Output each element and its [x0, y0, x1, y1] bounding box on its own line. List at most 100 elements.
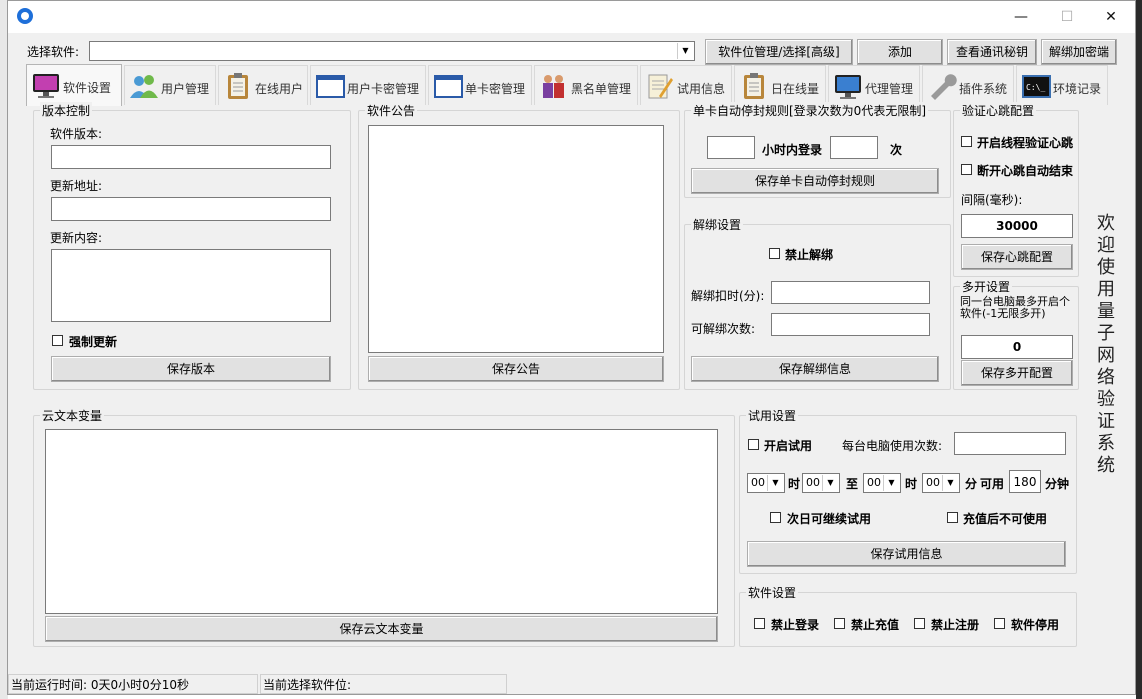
start-hour-value: 00 — [751, 476, 765, 489]
minimize-button[interactable]: — — [998, 1, 1044, 33]
thread-heartbeat-label: 开启线程验证心跳 — [977, 136, 1074, 150]
add-button[interactable]: 添加 — [857, 39, 943, 65]
forbid-unbind-checkbox[interactable] — [769, 248, 780, 259]
tab-user-management[interactable]: 用户管理 — [124, 65, 216, 105]
window-icon — [316, 75, 345, 98]
monitor-icon — [835, 75, 861, 99]
hour-label: 时 — [788, 477, 801, 491]
ban-hours-input[interactable] — [707, 136, 755, 159]
tab-software-settings[interactable]: 软件设置 — [26, 64, 122, 106]
update-content-label: 更新内容: — [50, 231, 103, 245]
minute-label: 分 — [965, 477, 978, 491]
unbind-deduct-input[interactable] — [771, 281, 930, 304]
chevron-down-icon[interactable]: ▼ — [767, 475, 783, 491]
save-cloud-text-button[interactable]: 保存云文本变量 — [45, 616, 718, 642]
forbid-unbind-label: 禁止解绑 — [785, 248, 834, 262]
cloud-text-group: 云文本变量 保存云文本变量 — [33, 407, 735, 647]
select-software-label: 选择软件: — [27, 45, 80, 59]
next-day-trial-checkbox[interactable] — [770, 512, 781, 523]
start-minute-select[interactable]: 00 ▼ — [802, 473, 840, 493]
disconnect-heartbeat-checkbox[interactable] — [961, 164, 972, 175]
disable-software-checkbox[interactable] — [994, 618, 1005, 629]
save-autoban-button[interactable]: 保存单卡自动停封规则 — [691, 168, 939, 194]
end-hour-value: 00 — [867, 476, 881, 489]
tab-label: 用户管理 — [161, 82, 210, 96]
hour-label: 时 — [905, 477, 918, 491]
notepad-icon — [648, 74, 673, 99]
thread-heartbeat-checkbox[interactable] — [961, 136, 972, 147]
save-heartbeat-button[interactable]: 保存心跳配置 — [961, 244, 1073, 270]
forbid-login-label: 禁止登录 — [771, 618, 820, 632]
unbind-encrypt-button[interactable]: 解绑加密端 — [1041, 39, 1117, 65]
save-unbind-button[interactable]: 保存解绑信息 — [691, 356, 939, 382]
force-update-checkbox[interactable] — [52, 335, 63, 346]
tab-single-card-management[interactable]: 单卡密管理 — [428, 65, 532, 105]
tab-blacklist-management[interactable]: 黑名单管理 — [534, 65, 638, 105]
chevron-down-icon[interactable]: ▼ — [822, 475, 838, 491]
software-version-input[interactable] — [51, 145, 331, 169]
maximize-button[interactable]: ☐ — [1044, 1, 1090, 33]
users-icon — [130, 75, 158, 98]
tab-online-users[interactable]: 在线用户 — [218, 65, 308, 105]
times-label: 次 — [890, 143, 903, 157]
unbind-count-input[interactable] — [771, 313, 930, 336]
tab-label: 日在线量 — [771, 82, 820, 96]
chevron-down-icon[interactable]: ▼ — [883, 475, 899, 491]
view-key-button[interactable]: 查看通讯秘钥 — [947, 39, 1037, 65]
save-trial-button[interactable]: 保存试用信息 — [747, 541, 1066, 567]
heartbeat-config-group: 验证心跳配置 开启线程验证心跳 断开心跳自动结束 间隔(毫秒): 保存心跳配置 — [953, 102, 1079, 277]
per-pc-count-input[interactable] — [954, 432, 1066, 455]
start-minute-value: 00 — [806, 476, 820, 489]
forbid-register-checkbox[interactable] — [914, 618, 925, 629]
tab-label: 单卡密管理 — [465, 82, 526, 96]
multi-open-input[interactable] — [961, 335, 1073, 359]
app-logo-icon — [17, 8, 33, 24]
tab-environment-log[interactable]: C:\_ 环境记录 — [1016, 65, 1108, 105]
clipboard-icon — [744, 73, 764, 99]
available-label: 可用 — [980, 477, 1005, 491]
end-minute-select[interactable]: 00 ▼ — [922, 473, 960, 493]
enable-trial-checkbox[interactable] — [748, 439, 759, 450]
start-hour-select[interactable]: 00 ▼ — [747, 473, 785, 493]
monitor-icon — [33, 74, 59, 98]
forbid-recharge-checkbox[interactable] — [834, 618, 845, 629]
tab-trial-info[interactable]: 试用信息 — [640, 65, 732, 105]
welcome-vertical-text: 欢迎使用量子网络验证系统 — [1097, 213, 1115, 476]
software-notice-textarea[interactable] — [368, 125, 664, 353]
chevron-down-icon[interactable]: ▼ — [677, 43, 693, 59]
no-trial-after-recharge-label: 充值后不可使用 — [963, 512, 1048, 526]
update-content-textarea[interactable] — [51, 249, 331, 322]
group-title: 解绑设置 — [691, 216, 744, 233]
available-minutes-input[interactable] — [1009, 470, 1041, 493]
end-hour-select[interactable]: 00 ▼ — [863, 473, 901, 493]
cloud-text-textarea[interactable] — [45, 429, 718, 614]
tab-user-card-management[interactable]: 用户卡密管理 — [310, 65, 426, 105]
to-label: 至 — [846, 477, 859, 491]
multi-open-description: 同一台电脑最多开启个软件(-1无限多开) — [960, 295, 1070, 320]
ban-count-input[interactable] — [830, 136, 878, 159]
group-title: 单卡自动停封规则[登录次数为0代表无限制] — [691, 102, 928, 119]
unbind-count-label: 可解绑次数: — [691, 322, 756, 336]
unbind-settings-group: 解绑设置 禁止解绑 解绑扣时(分): 可解绑次数: 保存解绑信息 — [684, 216, 951, 390]
group-title: 云文本变量 — [40, 407, 105, 424]
heartbeat-interval-input[interactable] — [961, 214, 1073, 238]
save-version-button[interactable]: 保存版本 — [51, 356, 331, 382]
chevron-down-icon[interactable]: ▼ — [942, 475, 958, 491]
tab-daily-online[interactable]: 日在线量 — [734, 65, 826, 105]
tab-plugin-system[interactable]: 插件系统 — [922, 65, 1014, 105]
forbid-login-checkbox[interactable] — [754, 618, 765, 629]
tab-label: 插件系统 — [959, 82, 1008, 96]
trial-settings-group: 试用设置 开启试用 每台电脑使用次数: 00 ▼ 时 00 ▼ 至 00 ▼ 时… — [739, 407, 1077, 574]
wrench-icon — [931, 74, 957, 100]
close-button[interactable]: ✕ — [1088, 1, 1134, 33]
software-slot-manage-button[interactable]: 软件位管理/选择[高级] — [705, 39, 853, 65]
update-url-input[interactable] — [51, 197, 331, 221]
save-multi-open-button[interactable]: 保存多开配置 — [961, 360, 1073, 386]
status-runtime: 当前运行时间: 0天0小时0分10秒 — [8, 674, 258, 694]
enable-trial-label: 开启试用 — [764, 439, 813, 453]
title-bar: — ☐ ✕ — [8, 1, 1135, 33]
select-software-dropdown[interactable]: ▼ — [89, 41, 695, 61]
save-notice-button[interactable]: 保存公告 — [368, 356, 664, 382]
no-trial-after-recharge-checkbox[interactable] — [947, 512, 958, 523]
tab-agent-management[interactable]: 代理管理 — [828, 65, 920, 105]
